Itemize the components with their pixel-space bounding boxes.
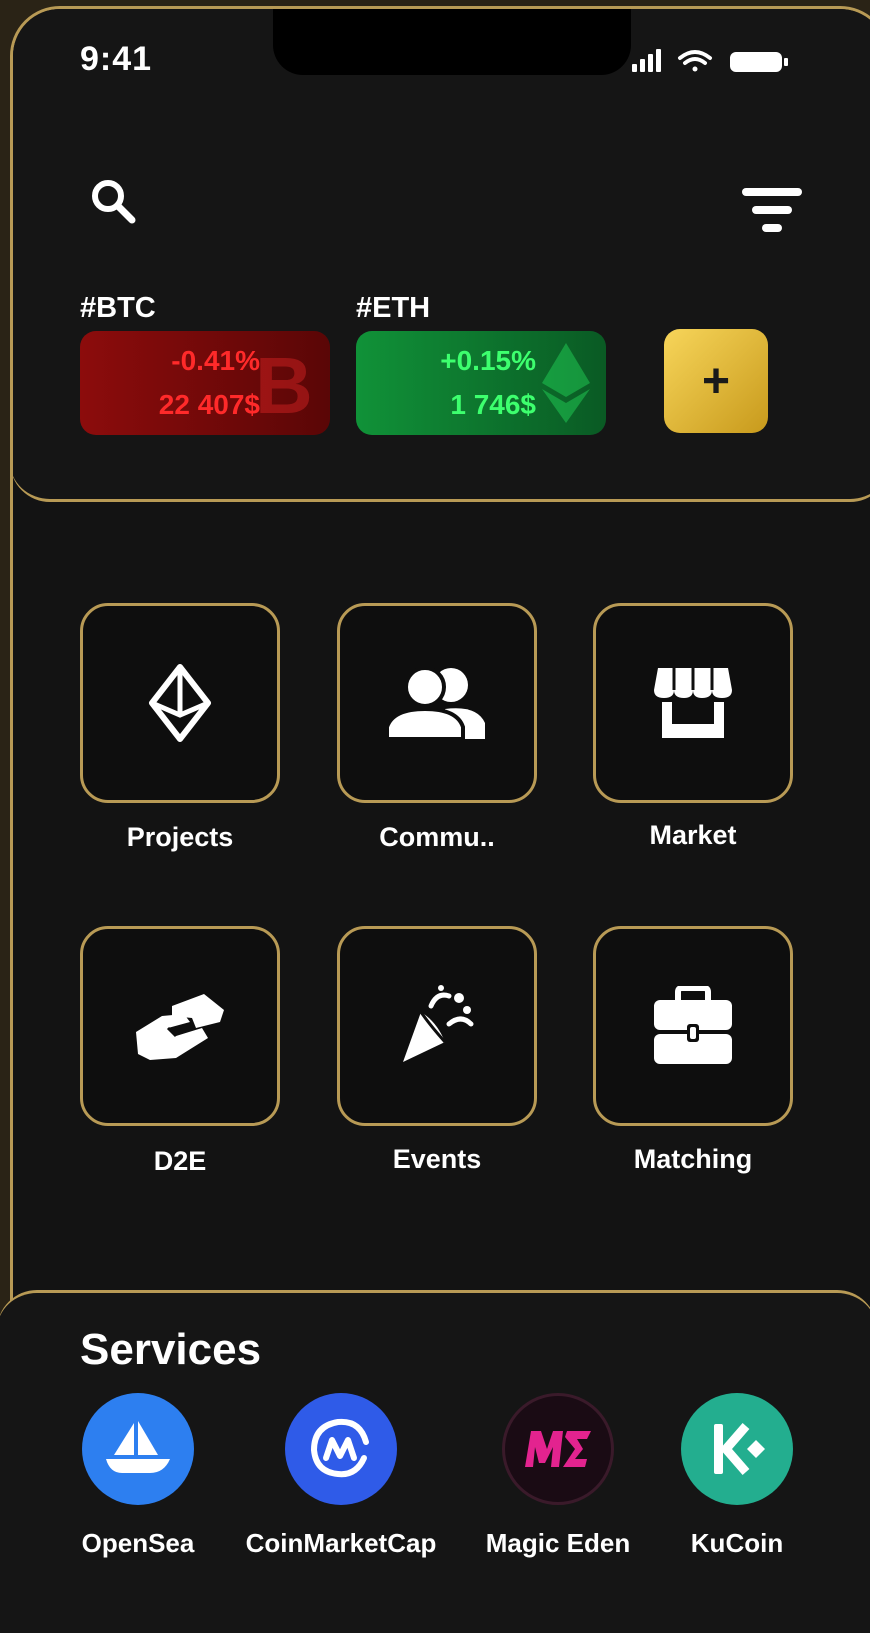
opensea-label: OpenSea xyxy=(81,1528,195,1558)
tile-projects-label: Projects xyxy=(126,822,234,852)
status-icons xyxy=(632,49,788,72)
eth-change: +0.15% xyxy=(440,345,536,376)
status-time: 9:41 xyxy=(80,40,153,78)
search-icon[interactable] xyxy=(88,176,140,228)
battery-icon xyxy=(730,52,788,72)
ethereum-icon xyxy=(149,664,211,742)
tile-community[interactable] xyxy=(337,603,537,803)
magic-eden-icon[interactable] xyxy=(502,1393,614,1505)
tile-market-label: Market xyxy=(649,820,737,850)
tile-events-label: Events xyxy=(392,1144,482,1174)
signal-icon xyxy=(632,49,661,72)
coinmarketcap-label: CoinMarketCap xyxy=(245,1528,437,1558)
coinmarketcap-icon[interactable] xyxy=(285,1393,397,1505)
tile-matching-label: Matching xyxy=(633,1144,753,1174)
kucoin-label: KuCoin xyxy=(690,1528,784,1558)
eth-ticker-card[interactable]: +0.15% 1 746$ xyxy=(356,331,606,435)
add-ticker-button[interactable]: + xyxy=(664,329,768,433)
briefcase-icon xyxy=(654,986,732,1064)
eth-price: 1 746$ xyxy=(450,389,536,420)
opensea-icon[interactable] xyxy=(82,1393,194,1505)
tile-community-label: Commu.. xyxy=(379,822,495,852)
notch xyxy=(273,9,631,75)
tile-projects[interactable] xyxy=(80,603,280,803)
filter-icon[interactable] xyxy=(740,186,804,238)
btc-tag: #BTC xyxy=(80,292,156,324)
tile-matching[interactable] xyxy=(593,926,793,1126)
btc-ticker-card[interactable]: B -0.41% 22 407$ xyxy=(80,331,330,435)
tile-d2e[interactable] xyxy=(80,926,280,1126)
tile-d2e-label: D2E xyxy=(153,1146,207,1176)
wifi-icon xyxy=(678,50,712,72)
users-icon xyxy=(385,666,485,741)
btc-change: -0.41% xyxy=(171,345,260,376)
tile-market[interactable] xyxy=(593,603,793,803)
plus-icon: + xyxy=(701,354,731,408)
kucoin-icon[interactable] xyxy=(681,1393,793,1505)
services-title: Services xyxy=(80,1325,262,1374)
ethereum-coin-icon xyxy=(542,343,590,423)
btc-price: 22 407$ xyxy=(158,389,260,420)
party-popper-icon xyxy=(403,985,474,1062)
bitcoin-icon: B xyxy=(255,341,313,425)
store-icon xyxy=(654,668,732,738)
handshake-icon xyxy=(136,994,224,1060)
tile-events[interactable] xyxy=(337,926,537,1126)
eth-tag: #ETH xyxy=(356,292,431,324)
svg-text:B: B xyxy=(255,341,313,425)
